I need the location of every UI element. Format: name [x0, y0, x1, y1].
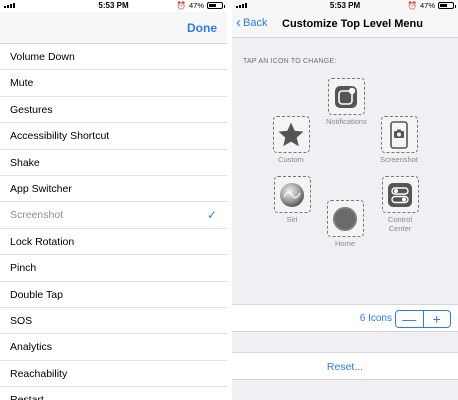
list-item[interactable]: Double Tap: [0, 282, 227, 308]
list-item[interactable]: App Switcher: [0, 176, 227, 203]
list-item-label: Screenshot: [10, 209, 64, 222]
icon-count-row: 6 Icons — +: [232, 304, 458, 332]
icon-slot-screenshot[interactable]: Screenshot: [377, 116, 421, 164]
done-button[interactable]: Done: [187, 21, 217, 35]
siri-icon: [273, 176, 311, 213]
action-list: Volume Down Mute Gestures Accessibility Sho…: [0, 44, 227, 400]
list-item[interactable]: Shake: [0, 150, 227, 176]
icon-count-label: 6 Icons: [359, 313, 392, 324]
list-item[interactable]: Gestures: [0, 97, 227, 124]
chevron-left-icon: ‹: [236, 14, 241, 31]
icon-count-stepper: — +: [395, 310, 451, 328]
status-bar: 5:53 PM ⏰ 47%: [0, 0, 227, 12]
star-icon: [272, 116, 310, 153]
list-item-label: Shake: [10, 156, 40, 169]
battery-percent: 47%: [419, 1, 435, 10]
icon-label: Home: [334, 239, 355, 248]
increment-button[interactable]: +: [424, 311, 451, 327]
icon-label: Siri: [286, 215, 298, 224]
icon-slot-control-center[interactable]: Control Center: [380, 176, 420, 233]
icon-slot-notifications[interactable]: Notifications: [326, 78, 367, 126]
list-item-label: Gestures: [10, 103, 53, 116]
list-item[interactable]: Reachability: [0, 361, 227, 388]
battery-percent: 47%: [188, 1, 204, 10]
back-button[interactable]: ‹ Back: [236, 14, 268, 31]
nav-bar: Done: [0, 12, 227, 44]
list-item[interactable]: Volume Down: [0, 44, 227, 71]
notifications-icon: [327, 78, 365, 115]
list-item[interactable]: SOS: [0, 308, 227, 335]
home-button-icon: [326, 200, 364, 237]
list-item-label: Double Tap: [10, 288, 63, 301]
list-item[interactable]: Analytics: [0, 334, 227, 361]
status-bar: 5:53 PM ⏰ 47%: [232, 0, 458, 12]
checkmark-icon: ✓: [206, 208, 217, 223]
camera-phone-icon: [380, 116, 418, 153]
icon-slot-siri[interactable]: Siri: [272, 176, 312, 224]
list-item[interactable]: Accessibility Shortcut: [0, 123, 227, 150]
nav-bar: ‹ Back Customize Top Level Menu: [232, 12, 458, 38]
alarm-icon: ⏰: [176, 1, 186, 10]
list-item-label: Reachability: [10, 367, 68, 380]
list-item-label: App Switcher: [10, 182, 72, 195]
icon-label: Custom: [278, 155, 304, 164]
decrement-button[interactable]: —: [396, 311, 423, 327]
right-screen: 5:53 PM ⏰ 47% ‹ Back Customize Top Level…: [232, 0, 458, 400]
alarm-icon: ⏰: [407, 1, 417, 10]
reset-button[interactable]: Reset...: [232, 361, 458, 373]
list-item-label: Mute: [10, 77, 34, 90]
icon-slot-home[interactable]: Home: [325, 200, 365, 248]
icon-slot-custom[interactable]: Custom: [271, 116, 311, 164]
icon-label: Control Center: [387, 215, 413, 233]
list-item[interactable]: Pinch: [0, 255, 227, 282]
battery-icon: [207, 2, 225, 9]
section-header: TAP AN ICON TO CHANGE:: [243, 58, 337, 65]
list-item-label: Analytics: [10, 341, 53, 354]
list-item[interactable]: Mute: [0, 70, 227, 97]
list-item-label: Restart: [10, 394, 44, 400]
list-item[interactable]: Lock Rotation: [0, 229, 227, 256]
toggle-icon: [381, 176, 419, 213]
icon-label: Screenshot: [380, 155, 418, 164]
list-item-label: Lock Rotation: [10, 235, 75, 248]
back-label: Back: [243, 17, 268, 29]
list-item-label: Pinch: [10, 262, 37, 275]
left-screen: 5:53 PM ⏰ 47% Done Volume Down Mute Gestur…: [0, 0, 227, 400]
list-item-label: Volume Down: [10, 51, 75, 63]
list-item[interactable]: Restart: [0, 387, 227, 400]
reset-row: Reset...: [232, 352, 458, 380]
list-item-label: SOS: [10, 314, 33, 327]
list-item-label: Accessibility Shortcut: [10, 130, 110, 143]
page-title: Customize Top Level Menu: [282, 18, 423, 30]
battery-icon: [438, 2, 456, 9]
icon-label: Notifications: [326, 117, 367, 126]
list-item[interactable]: Screenshot ✓: [0, 202, 227, 229]
